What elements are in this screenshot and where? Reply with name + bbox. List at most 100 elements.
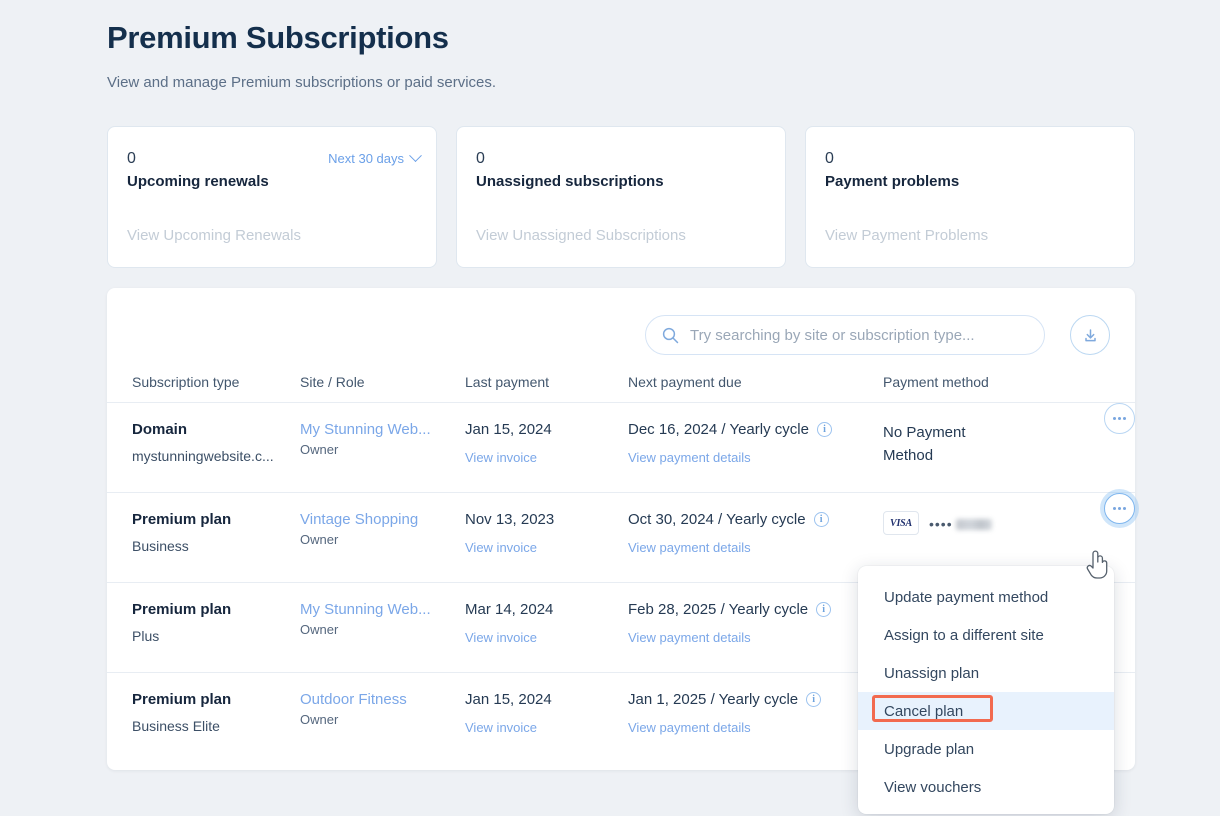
- cell-site-role: Vintage Shopping Owner: [300, 492, 465, 583]
- next-due-text: Jan 1, 2025 / Yearly cycle: [628, 691, 799, 708]
- row-actions-menu: Update payment method Assign to a differ…: [858, 566, 1114, 814]
- page-title: Premium Subscriptions: [107, 20, 449, 55]
- last-payment-date: Jan 15, 2024: [465, 691, 552, 708]
- search-icon: [662, 327, 679, 343]
- menu-item-view-vouchers[interactable]: View vouchers: [858, 768, 1114, 806]
- page-subtitle: View and manage Premium subscriptions or…: [107, 74, 497, 91]
- select-value: Next 30 days: [328, 151, 404, 166]
- cell-subscription-type: Premium plan Business Elite: [107, 673, 300, 763]
- menu-item-cancel-plan[interactable]: Cancel plan: [858, 692, 1114, 730]
- site-role: Owner: [300, 712, 339, 727]
- card-label: Unassigned subscriptions: [476, 173, 664, 190]
- menu-item-assign-to-different-site[interactable]: Assign to a different site: [858, 616, 1114, 654]
- cell-site-role: My Stunning Web... Owner: [300, 582, 465, 673]
- menu-item-upgrade-plan[interactable]: Upgrade plan: [858, 730, 1114, 768]
- cell-payment-method: No Payment Method: [883, 402, 1135, 493]
- card-upcoming-renewals[interactable]: 0 Upcoming renewals Next 30 days View Up…: [107, 126, 437, 268]
- redacted-digits: [955, 518, 992, 530]
- next-payment-due: Jan 1, 2025 / Yearly cycle i: [628, 691, 883, 708]
- download-icon: [1084, 328, 1096, 341]
- view-upcoming-renewals-link[interactable]: View Upcoming Renewals: [127, 227, 301, 244]
- more-options-icon: [1123, 507, 1126, 510]
- cell-site-role: My Stunning Web... Owner: [300, 402, 465, 493]
- subscription-type: Premium plan: [132, 601, 232, 618]
- subscription-detail: mystunningwebsite.c...: [132, 448, 274, 464]
- cell-next-payment-due: Dec 16, 2024 / Yearly cycle i View payme…: [628, 402, 883, 493]
- search-placeholder: Try searching by site or subscription ty…: [690, 326, 975, 344]
- cell-last-payment: Jan 15, 2024 View invoice: [465, 673, 628, 763]
- table-toolbar: Try searching by site or subscription ty…: [107, 288, 1135, 374]
- more-options-button[interactable]: [1104, 403, 1135, 434]
- info-icon[interactable]: i: [813, 512, 829, 527]
- subscription-detail: Business: [132, 538, 189, 554]
- next-due-text: Feb 28, 2025 / Yearly cycle: [628, 601, 809, 618]
- view-unassigned-subscriptions-link[interactable]: View Unassigned Subscriptions: [476, 227, 686, 244]
- more-options-icon: [1118, 507, 1121, 510]
- more-options-button[interactable]: [1104, 493, 1135, 524]
- info-icon[interactable]: i: [816, 602, 832, 617]
- search-input[interactable]: Try searching by site or subscription ty…: [645, 315, 1045, 355]
- info-icon[interactable]: i: [806, 692, 822, 707]
- more-options-icon: [1113, 417, 1116, 420]
- card-label: Payment problems: [825, 173, 960, 190]
- card-count: 0: [476, 150, 485, 167]
- subscription-detail: Plus: [132, 628, 160, 644]
- view-invoice-link[interactable]: View invoice: [465, 540, 628, 555]
- cell-last-payment: Nov 13, 2023 View invoice: [465, 492, 628, 583]
- site-link[interactable]: My Stunning Web...: [300, 421, 465, 438]
- cell-next-payment-due: Oct 30, 2024 / Yearly cycle i View payme…: [628, 492, 883, 583]
- view-invoice-link[interactable]: View invoice: [465, 450, 628, 465]
- view-payment-problems-link[interactable]: View Payment Problems: [825, 227, 988, 244]
- summary-cards: 0 Upcoming renewals Next 30 days View Up…: [107, 126, 1135, 268]
- column-header-subscription-type: Subscription type: [107, 374, 300, 403]
- next-due-text: Dec 16, 2024 / Yearly cycle: [628, 421, 809, 438]
- info-icon[interactable]: i: [816, 422, 832, 437]
- view-payment-details-link[interactable]: View payment details: [628, 540, 883, 555]
- view-payment-details-link[interactable]: View payment details: [628, 630, 883, 645]
- subscription-type: Domain: [132, 421, 188, 438]
- cell-next-payment-due: Jan 1, 2025 / Yearly cycle i View paymen…: [628, 673, 883, 763]
- site-link[interactable]: Vintage Shopping: [300, 511, 465, 528]
- site-link[interactable]: Outdoor Fitness: [300, 691, 465, 708]
- last-payment-date: Jan 15, 2024: [465, 421, 552, 438]
- payment-method-text: No Payment Method: [883, 424, 966, 464]
- more-options-icon: [1113, 507, 1116, 510]
- card-unassigned-subscriptions[interactable]: 0 Unassigned subscriptions View Unassign…: [456, 126, 786, 268]
- cell-next-payment-due: Feb 28, 2025 / Yearly cycle i View payme…: [628, 582, 883, 673]
- view-payment-details-link[interactable]: View payment details: [628, 720, 883, 735]
- card-mask-dots: ••••: [929, 516, 953, 532]
- column-header-next-payment-due: Next payment due: [628, 374, 883, 403]
- menu-item-update-payment-method[interactable]: Update payment method: [858, 578, 1114, 616]
- download-button[interactable]: [1070, 315, 1110, 355]
- last-payment-date: Nov 13, 2023: [465, 511, 555, 528]
- view-invoice-link[interactable]: View invoice: [465, 720, 628, 735]
- column-header-payment-method: Payment method: [883, 374, 1135, 403]
- card-count: 0: [127, 150, 136, 167]
- card-payment-problems[interactable]: 0 Payment problems View Payment Problems: [805, 126, 1135, 268]
- menu-item-unassign-plan[interactable]: Unassign plan: [858, 654, 1114, 692]
- site-role: Owner: [300, 442, 339, 457]
- column-header-site-role: Site / Role: [300, 374, 465, 403]
- view-payment-details-link[interactable]: View payment details: [628, 450, 883, 465]
- card-label: Upcoming renewals: [127, 173, 269, 190]
- card-mask: ••••: [929, 516, 992, 532]
- more-options-icon: [1123, 417, 1126, 420]
- site-role: Owner: [300, 532, 339, 547]
- subscription-type: Premium plan: [132, 511, 232, 528]
- subscription-detail: Business Elite: [132, 718, 220, 734]
- cell-subscription-type: Domain mystunningwebsite.c...: [107, 402, 300, 493]
- mouse-cursor: [1086, 550, 1108, 579]
- site-link[interactable]: My Stunning Web...: [300, 601, 465, 618]
- view-invoice-link[interactable]: View invoice: [465, 630, 628, 645]
- visa-card-icon: VISA: [883, 511, 919, 535]
- last-payment-date: Mar 14, 2024: [465, 601, 554, 618]
- more-options-icon: [1118, 417, 1121, 420]
- next-30-days-select[interactable]: Next 30 days: [328, 149, 422, 166]
- card-count: 0: [825, 150, 834, 167]
- premium-subscriptions-page: Premium Subscriptions View and manage Pr…: [0, 0, 1220, 816]
- subscription-type: Premium plan: [132, 691, 232, 708]
- table-header-row: Subscription type Site / Role Last payme…: [107, 374, 1135, 403]
- next-payment-due: Feb 28, 2025 / Yearly cycle i: [628, 601, 883, 618]
- next-due-text: Oct 30, 2024 / Yearly cycle: [628, 511, 806, 528]
- payment-method: VISA ••••: [883, 511, 1110, 535]
